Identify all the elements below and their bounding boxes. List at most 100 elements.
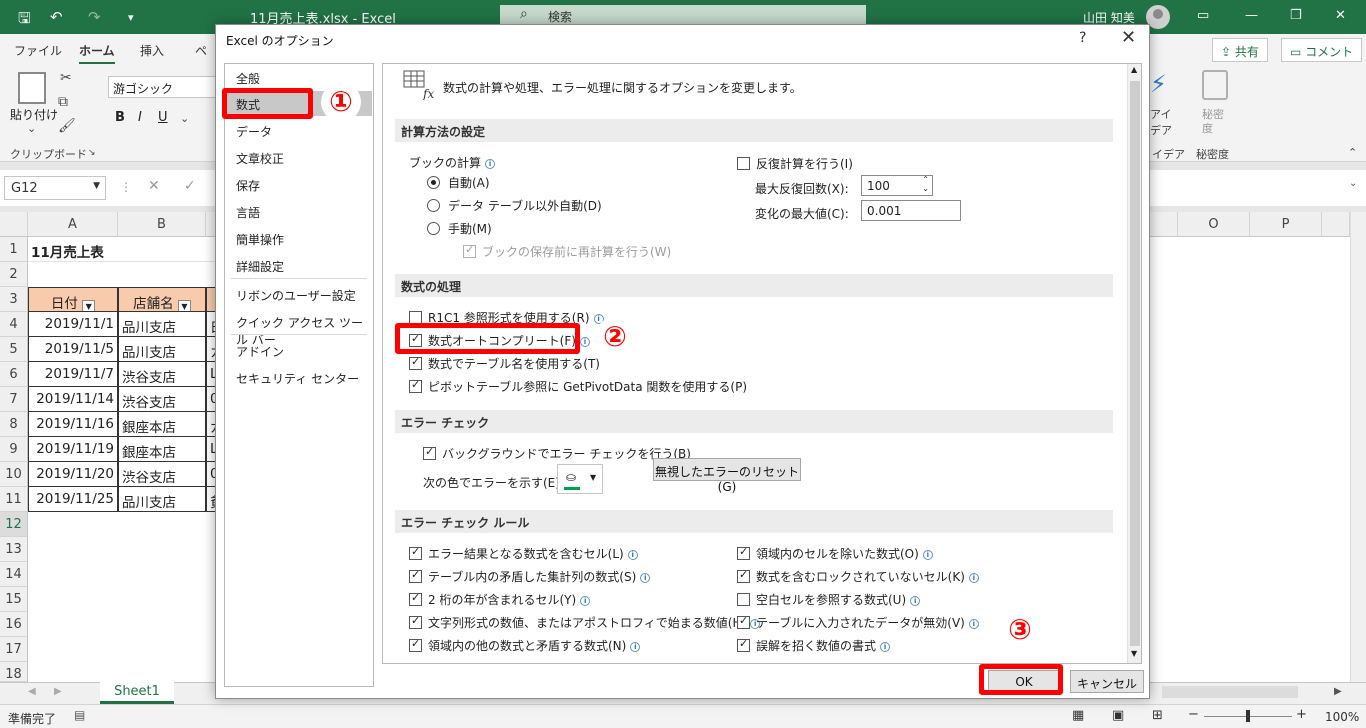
table-cell[interactable]: 銀座本店 bbox=[118, 412, 206, 437]
tab-page-layout[interactable]: ペ bbox=[195, 42, 207, 59]
iterative-calc-checkbox[interactable]: 反復計算を行う(I) bbox=[737, 155, 853, 172]
normal-view-icon[interactable]: ▦ bbox=[1072, 708, 1084, 723]
row-header[interactable]: 9 bbox=[0, 437, 28, 462]
checkbox[interactable] bbox=[737, 614, 750, 629]
table-cell[interactable]: 2019/11/14 bbox=[28, 387, 118, 412]
checkbox[interactable] bbox=[737, 568, 750, 583]
row-header[interactable]: 1 bbox=[0, 237, 28, 262]
redo-icon[interactable]: ↷ bbox=[88, 8, 101, 26]
checkbox[interactable] bbox=[409, 591, 422, 606]
radio-button[interactable] bbox=[427, 222, 440, 235]
table-cell[interactable]: 2019/11/7 bbox=[28, 362, 118, 387]
row-header[interactable]: 3 bbox=[0, 287, 28, 312]
zoom-slider-thumb[interactable] bbox=[1246, 710, 1250, 722]
comment-button[interactable]: ▭ コメント bbox=[1281, 38, 1363, 62]
window-close-icon[interactable]: ✕ bbox=[1335, 8, 1346, 23]
column-header-b[interactable]: B bbox=[118, 212, 206, 237]
page-break-view-icon[interactable]: ⊞ bbox=[1152, 708, 1163, 723]
calc-manual-radio[interactable]: 手動(M) bbox=[427, 220, 492, 237]
rule-checkbox-left[interactable]: 2 桁の年が含まれるセル(Y)i bbox=[409, 591, 591, 608]
checkbox[interactable] bbox=[737, 593, 750, 606]
minimize-icon[interactable]: — bbox=[1245, 8, 1258, 23]
radio-button[interactable] bbox=[427, 176, 440, 189]
zoom-out-icon[interactable]: − bbox=[1188, 707, 1199, 722]
checkbox[interactable] bbox=[409, 568, 422, 583]
content-scrollbar[interactable]: ▲ ▼ bbox=[1127, 64, 1141, 663]
rule-checkbox-right[interactable]: テーブルに入力されたデータが無効(V)i bbox=[737, 614, 979, 631]
nav-item-data[interactable]: データ bbox=[226, 118, 372, 143]
select-all-corner[interactable] bbox=[0, 212, 28, 237]
column-header-a[interactable]: A bbox=[28, 212, 118, 237]
expand-formula-bar-icon[interactable]: ⌄ bbox=[1349, 178, 1357, 189]
help-icon[interactable]: ? bbox=[1079, 30, 1086, 46]
prev-sheet-icon[interactable]: ◀ bbox=[28, 686, 36, 697]
page-layout-view-icon[interactable]: ▣ bbox=[1112, 708, 1124, 723]
row-header[interactable]: 17 bbox=[0, 637, 28, 662]
table-names-checkbox[interactable]: 数式でテーブル名を使用する(T) bbox=[409, 355, 600, 372]
rule-checkbox-left[interactable]: 文字列形式の数値、またはアポストロフィで始まる数値(H)i bbox=[409, 614, 761, 631]
table-cell[interactable]: 品川支店 bbox=[118, 337, 206, 362]
checkbox[interactable] bbox=[409, 355, 422, 370]
restore-icon[interactable]: ❐ bbox=[1290, 8, 1302, 23]
tab-insert[interactable]: 挿入 bbox=[140, 42, 164, 59]
italic-icon[interactable]: I bbox=[138, 110, 142, 125]
column-header-n[interactable] bbox=[1150, 212, 1178, 237]
reset-ignored-errors-button[interactable]: 無視したエラーのリセット(G) bbox=[653, 458, 801, 494]
nav-item-addins[interactable]: アドイン bbox=[226, 338, 372, 363]
ideas-label-b[interactable]: デア bbox=[1150, 122, 1172, 138]
table-cell[interactable]: 2019/11/20 bbox=[28, 462, 118, 487]
tab-home[interactable]: ホーム bbox=[79, 42, 115, 65]
background-error-checkbox[interactable]: バックグラウンドでエラー チェックを行う(B) bbox=[423, 445, 691, 462]
nav-item-advanced[interactable]: 詳細設定 bbox=[226, 253, 372, 278]
row-header[interactable]: 12 bbox=[0, 512, 28, 537]
table-cell[interactable]: 渋谷支店 bbox=[118, 362, 206, 387]
row-header[interactable]: 18 bbox=[0, 662, 28, 682]
column-header-p[interactable]: P bbox=[1250, 212, 1322, 237]
nav-item-trust-center[interactable]: セキュリティ センター bbox=[226, 365, 372, 390]
checkbox[interactable] bbox=[409, 614, 422, 629]
table-cell[interactable]: 2019/11/25 bbox=[28, 487, 118, 512]
scroll-down-icon[interactable]: ▼ bbox=[1131, 649, 1137, 658]
copy-icon[interactable]: ⧉ bbox=[58, 94, 68, 110]
nav-item-save[interactable]: 保存 bbox=[226, 172, 372, 197]
checkbox[interactable] bbox=[423, 445, 436, 460]
row-header[interactable]: 8 bbox=[0, 412, 28, 437]
sensitivity-label-b[interactable]: 度 bbox=[1202, 120, 1213, 136]
macro-record-icon[interactable]: ▤ bbox=[74, 708, 85, 722]
recalc-before-save-checkbox[interactable]: ブックの保存前に再計算を行う(W) bbox=[463, 243, 671, 260]
column-header-q[interactable] bbox=[1322, 212, 1350, 237]
row-header[interactable]: 16 bbox=[0, 612, 28, 637]
name-box-dropdown-icon[interactable]: ▼ bbox=[93, 181, 100, 191]
zoom-level[interactable]: 100% bbox=[1325, 710, 1359, 724]
customize-qat-icon[interactable]: ▾ bbox=[128, 11, 134, 24]
nav-item-quick-access-toolbar[interactable]: クイック アクセス ツール バー bbox=[226, 309, 372, 347]
rule-checkbox-left[interactable]: 領域内の他の数式と矛盾する数式(N)i bbox=[409, 637, 641, 654]
sheet-title-cell[interactable]: 11月売上表 bbox=[28, 237, 216, 262]
rule-checkbox-left[interactable]: テーブル内の矛盾した集計列の数式(S)i bbox=[409, 568, 651, 585]
rule-checkbox-right[interactable]: 領域内のセルを除いた数式(O)i bbox=[737, 545, 933, 562]
rule-checkbox-left[interactable]: エラー結果となる数式を含むセル(L)i bbox=[409, 545, 638, 562]
confirm-entry-icon[interactable]: ✓ bbox=[184, 178, 196, 194]
calc-auto-except-tables-radio[interactable]: データ テーブル以外自動(D) bbox=[427, 197, 602, 214]
underline-icon[interactable]: U bbox=[158, 110, 168, 125]
checkbox[interactable] bbox=[409, 378, 422, 393]
table-cell[interactable]: 渋谷支店 bbox=[118, 387, 206, 412]
table-cell[interactable]: 2019/11/16 bbox=[28, 412, 118, 437]
ribbon-display-icon[interactable]: ▭ bbox=[1197, 8, 1209, 23]
row-header[interactable]: 6 bbox=[0, 362, 28, 387]
row-header[interactable]: 14 bbox=[0, 562, 28, 587]
collapse-ribbon-icon[interactable]: ⌃ bbox=[1348, 146, 1357, 159]
next-sheet-icon[interactable]: ▶ bbox=[54, 686, 62, 697]
checkbox[interactable] bbox=[409, 637, 422, 652]
table-cell[interactable]: 渋谷支店 bbox=[118, 462, 206, 487]
rule-checkbox-right[interactable]: 誤解を招く数値の書式i bbox=[737, 637, 891, 654]
row-header[interactable]: 13 bbox=[0, 537, 28, 562]
scroll-up-icon[interactable]: ▲ bbox=[1131, 65, 1137, 74]
cut-icon[interactable]: ✂ bbox=[60, 70, 72, 86]
bold-icon[interactable]: B bbox=[115, 110, 125, 125]
nav-item-language[interactable]: 言語 bbox=[226, 199, 372, 224]
rule-checkbox-right[interactable]: 空白セルを参照する数式(U) i bbox=[737, 591, 921, 608]
dialog-close-icon[interactable]: ✕ bbox=[1121, 27, 1136, 48]
checkbox[interactable] bbox=[737, 545, 750, 560]
row-header[interactable]: 15 bbox=[0, 587, 28, 612]
